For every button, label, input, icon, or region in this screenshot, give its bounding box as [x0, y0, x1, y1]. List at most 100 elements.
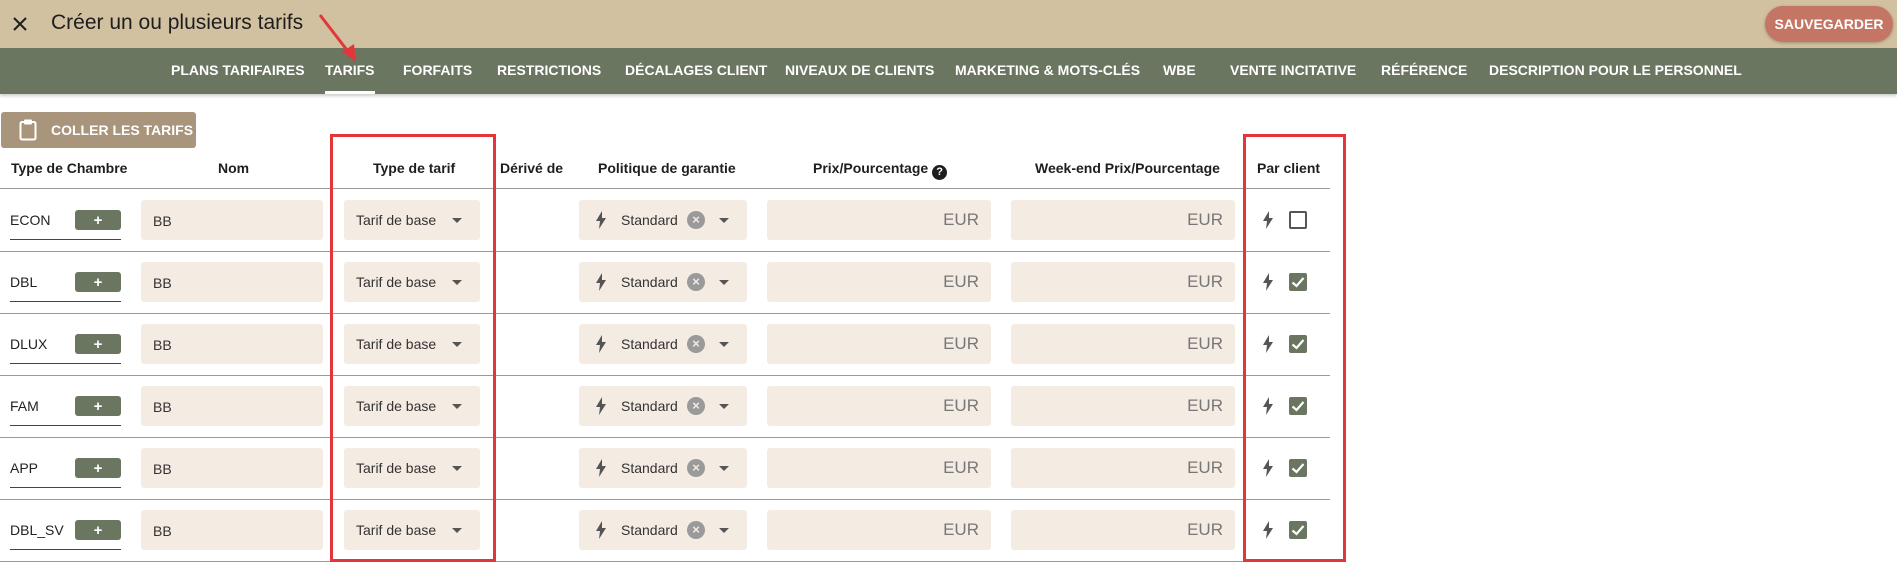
price-input[interactable]: EUR [767, 386, 991, 426]
tab-description-personnel[interactable]: DESCRIPTION POUR LE PERSONNEL [1489, 48, 1742, 94]
paste-rates-label: COLLER LES TARIFS [51, 122, 194, 138]
room-type-code: APP [10, 460, 39, 476]
guarantee-policy-value: Standard [621, 336, 678, 352]
add-room-button[interactable]: + [75, 396, 121, 416]
tab-decalages-client[interactable]: DÉCALAGES CLIENT [625, 48, 767, 94]
tab-restrictions[interactable]: RESTRICTIONS [497, 48, 601, 94]
guarantee-policy-select[interactable]: Standard × [579, 448, 747, 488]
col-derived-from: Dérivé de [500, 160, 564, 176]
room-type-code: DLUX [10, 336, 48, 352]
col-price: Prix/Pourcentage? [813, 158, 948, 180]
row-divider [0, 313, 1330, 314]
weekend-price-input[interactable]: EUR [1011, 510, 1235, 550]
room-type-underline [10, 487, 121, 488]
lightning-icon [595, 335, 607, 353]
guarantee-policy-value: Standard [621, 212, 678, 228]
col-room-type: Type de Chambre [11, 160, 128, 176]
chevron-down-icon [719, 218, 729, 223]
lightning-icon [595, 273, 607, 291]
tab-niveaux-de-clients[interactable]: NIVEAUX DE CLIENTS [785, 48, 934, 94]
top-bar: Créer un ou plusieurs tarifs SAUVEGARDER [0, 0, 1897, 48]
guarantee-policy-value: Standard [621, 274, 678, 290]
tab-bar: PLANS TARIFAIRES TARIFS FORFAITS RESTRIC… [0, 48, 1897, 94]
highlight-per-client-column [1243, 134, 1346, 562]
guarantee-policy-select[interactable]: Standard × [579, 510, 747, 550]
add-room-button[interactable]: + [75, 520, 121, 540]
col-weekend-price: Week-end Prix/Pourcentage [1035, 160, 1220, 176]
price-input[interactable]: EUR [767, 262, 991, 302]
tab-plans-tarifaires[interactable]: PLANS TARIFAIRES [171, 48, 305, 94]
lightning-icon [595, 521, 607, 539]
rate-name-input[interactable]: BB [141, 324, 323, 364]
price-input[interactable]: EUR [767, 324, 991, 364]
tab-wbe[interactable]: WBE [1163, 48, 1196, 94]
weekend-price-input[interactable]: EUR [1011, 324, 1235, 364]
guarantee-policy-select[interactable]: Standard × [579, 386, 747, 426]
col-guarantee-policy: Politique de garantie [598, 160, 736, 176]
guarantee-policy-value: Standard [621, 460, 678, 476]
room-type-code: ECON [10, 212, 51, 228]
rate-name-input[interactable]: BB [141, 200, 323, 240]
rate-name-input[interactable]: BB [141, 448, 323, 488]
room-type-underline [10, 301, 121, 302]
clear-icon[interactable]: × [687, 211, 705, 229]
col-name: Nom [218, 160, 250, 176]
weekend-price-input[interactable]: EUR [1011, 200, 1235, 240]
guarantee-policy-select[interactable]: Standard × [579, 324, 747, 364]
guarantee-policy-value: Standard [621, 398, 678, 414]
add-room-button[interactable]: + [75, 334, 121, 354]
clear-icon[interactable]: × [687, 459, 705, 477]
room-type-underline [10, 363, 121, 364]
room-type-underline [10, 549, 121, 550]
col-price-label: Prix/Pourcentage [813, 160, 929, 176]
tab-vente-incitative[interactable]: VENTE INCITATIVE [1230, 48, 1356, 94]
highlight-rate-type-column [330, 134, 496, 562]
chevron-down-icon [719, 528, 729, 533]
rate-name-input[interactable]: BB [141, 386, 323, 426]
row-divider [0, 375, 1330, 376]
lightning-icon [595, 459, 607, 477]
rate-name-input[interactable]: BB [141, 510, 323, 550]
close-button[interactable] [6, 10, 34, 38]
page-title: Créer un ou plusieurs tarifs [51, 11, 304, 34]
guarantee-policy-select[interactable]: Standard × [579, 262, 747, 302]
tab-reference[interactable]: RÉFÉRENCE [1381, 48, 1467, 94]
tab-marketing[interactable]: MARKETING & MOTS-CLÉS [955, 48, 1140, 94]
paste-rates-button[interactable]: COLLER LES TARIFS [1, 112, 196, 148]
room-type-code: DBL [10, 274, 38, 290]
weekend-price-input[interactable]: EUR [1011, 262, 1235, 302]
room-type-underline [10, 239, 121, 240]
clear-icon[interactable]: × [687, 273, 705, 291]
header-divider [0, 188, 1330, 189]
save-button[interactable]: SAUVEGARDER [1765, 6, 1893, 42]
row-divider [0, 251, 1330, 252]
help-icon[interactable]: ? [932, 165, 948, 180]
add-room-button[interactable]: + [75, 210, 121, 230]
row-divider [0, 437, 1330, 438]
clipboard-icon [19, 119, 37, 141]
tab-forfaits[interactable]: FORFAITS [403, 48, 472, 94]
close-icon [13, 17, 27, 31]
clear-icon[interactable]: × [687, 335, 705, 353]
price-input[interactable]: EUR [767, 510, 991, 550]
row-divider [0, 499, 1330, 500]
chevron-down-icon [719, 404, 729, 409]
add-room-button[interactable]: + [75, 272, 121, 292]
chevron-down-icon [719, 280, 729, 285]
lightning-icon [595, 211, 607, 229]
row-divider [0, 561, 1330, 562]
guarantee-policy-select[interactable]: Standard × [579, 200, 747, 240]
chevron-down-icon [719, 342, 729, 347]
clear-icon[interactable]: × [687, 397, 705, 415]
clear-icon[interactable]: × [687, 521, 705, 539]
price-input[interactable]: EUR [767, 448, 991, 488]
chevron-down-icon [719, 466, 729, 471]
weekend-price-input[interactable]: EUR [1011, 448, 1235, 488]
add-room-button[interactable]: + [75, 458, 121, 478]
price-input[interactable]: EUR [767, 200, 991, 240]
rate-name-input[interactable]: BB [141, 262, 323, 302]
weekend-price-input[interactable]: EUR [1011, 386, 1235, 426]
room-type-code: FAM [10, 398, 39, 414]
room-type-underline [10, 425, 121, 426]
lightning-icon [595, 397, 607, 415]
